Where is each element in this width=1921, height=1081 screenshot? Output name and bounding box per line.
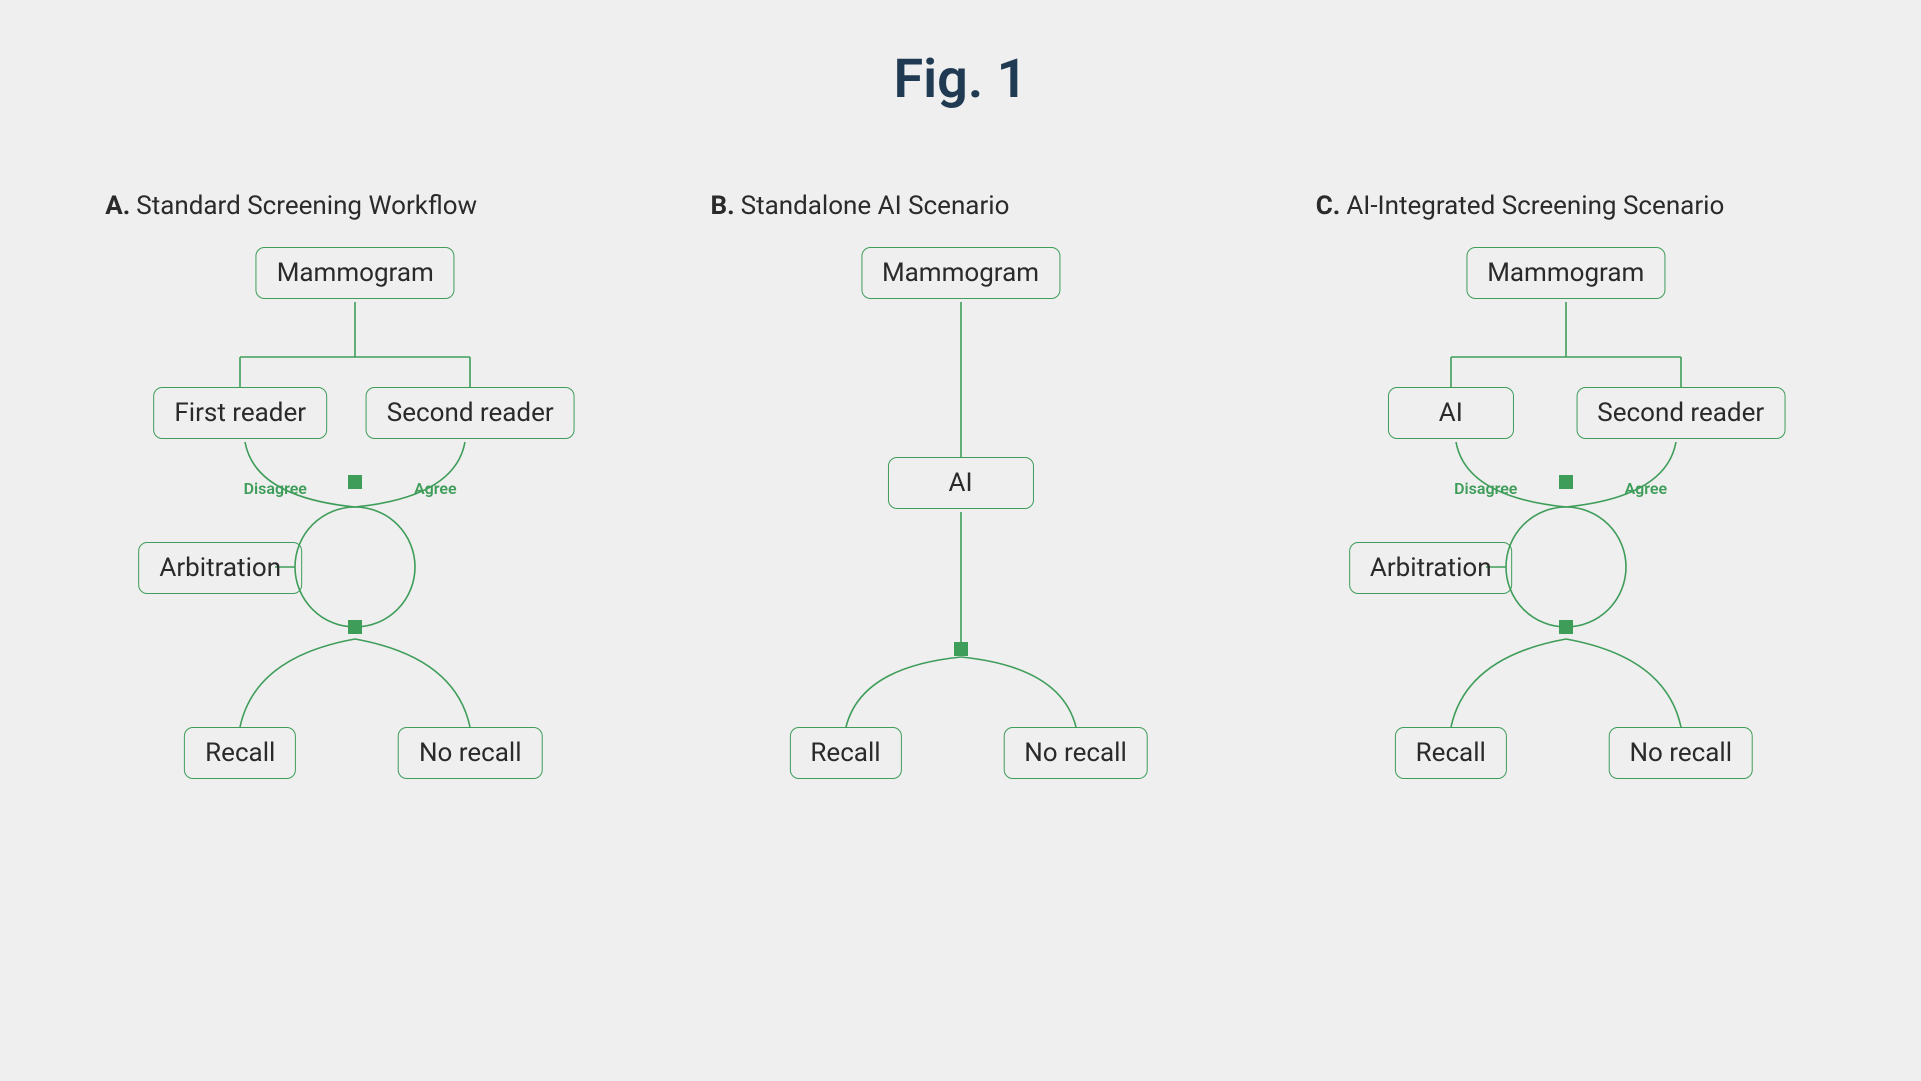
node-mammogram: Mammogram <box>256 247 455 299</box>
panel-a-flow: Mammogram First reader Second reader Dis… <box>105 247 605 807</box>
node-first-reader: First reader <box>153 387 327 439</box>
node-ai: AI <box>887 457 1033 509</box>
node-recall: Recall <box>789 727 901 779</box>
label-disagree: Disagree <box>244 479 307 498</box>
label-disagree: Disagree <box>1454 479 1517 498</box>
node-arbitration: Arbitration <box>138 542 302 594</box>
panel-c-title: C.AI-Integrated Screening Scenario <box>1316 191 1816 221</box>
panel-c-title-text: AI-Integrated Screening Scenario <box>1346 191 1724 221</box>
node-mammogram: Mammogram <box>861 247 1060 299</box>
node-arbitration: Arbitration <box>1349 542 1513 594</box>
node-norecall: No recall <box>398 727 543 779</box>
panel-b-title-text: Standalone AI Scenario <box>741 191 1010 221</box>
panel-a-title: A.Standard Screening Workflow <box>105 191 605 221</box>
panel-b-title: B.Standalone AI Scenario <box>711 191 1211 221</box>
panel-c-flow: Mammogram AI Second reader Disagree Agre… <box>1316 247 1816 807</box>
panel-a: A.Standard Screening Workflow Mammogram … <box>105 191 605 807</box>
panel-b-flow: Mammogram AI Recall No recall <box>711 247 1211 807</box>
panel-a-title-text: Standard Screening Workflow <box>136 191 477 221</box>
panel-b-letter: B. <box>711 191 735 221</box>
figure-title: Fig. 1 <box>0 0 1921 111</box>
label-agree: Agree <box>1624 479 1667 498</box>
node-recall: Recall <box>1395 727 1507 779</box>
panel-c-connectors <box>1316 247 1816 807</box>
node-second-reader: Second reader <box>1576 387 1785 439</box>
node-norecall: No recall <box>1003 727 1148 779</box>
panel-b: B.Standalone AI Scenario Mammogram AI Re… <box>711 191 1211 807</box>
panel-a-letter: A. <box>105 191 130 221</box>
node-recall: Recall <box>184 727 296 779</box>
panel-c: C.AI-Integrated Screening Scenario Mammo… <box>1316 191 1816 807</box>
node-second-reader: Second reader <box>366 387 575 439</box>
panels-row: A.Standard Screening Workflow Mammogram … <box>0 191 1921 807</box>
panel-a-connectors <box>105 247 605 807</box>
node-ai-reader: AI <box>1388 387 1514 439</box>
node-mammogram: Mammogram <box>1466 247 1665 299</box>
label-agree: Agree <box>414 479 457 498</box>
node-norecall: No recall <box>1608 727 1753 779</box>
panel-c-letter: C. <box>1316 191 1341 221</box>
panel-b-connectors <box>711 247 1211 807</box>
